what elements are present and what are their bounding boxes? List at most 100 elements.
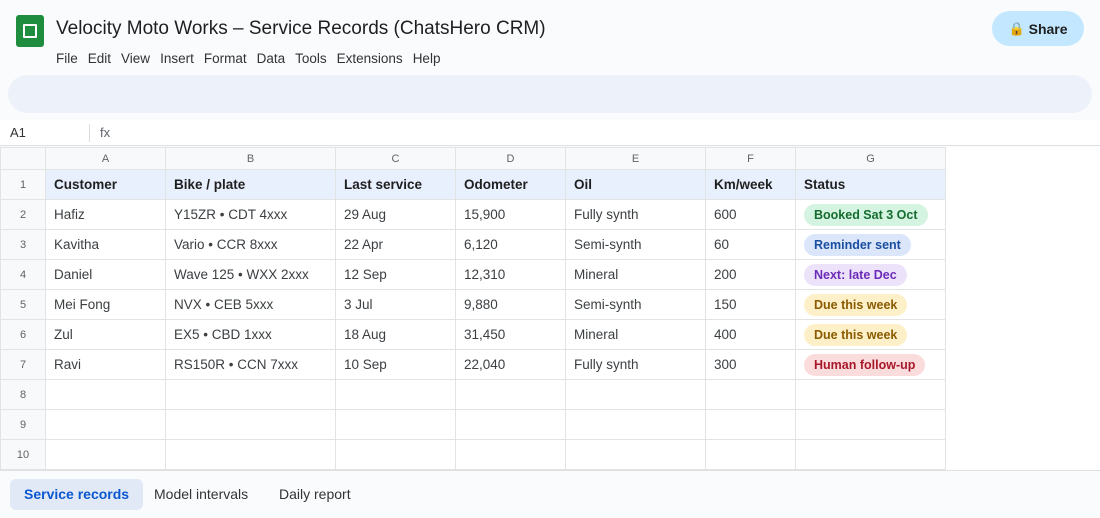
cell[interactable]: 3 Jul xyxy=(335,289,456,320)
cell[interactable]: NVX • CEB 5xxx xyxy=(165,289,336,320)
cell[interactable]: 10 Sep xyxy=(335,349,456,380)
cell[interactable]: 150 xyxy=(705,289,796,320)
select-all-corner[interactable] xyxy=(0,147,46,170)
cell[interactable]: Fully synth xyxy=(565,349,706,380)
cell[interactable] xyxy=(45,439,166,470)
menu-file[interactable]: File xyxy=(56,51,78,66)
cell[interactable] xyxy=(165,439,336,470)
cell[interactable]: Mineral xyxy=(565,259,706,290)
cell[interactable]: Vario • CCR 8xxx xyxy=(165,229,336,260)
cell[interactable]: 12,310 xyxy=(455,259,566,290)
cell[interactable]: 12 Sep xyxy=(335,259,456,290)
cell[interactable]: 9,880 xyxy=(455,289,566,320)
row-number[interactable]: 5 xyxy=(0,289,46,320)
cell[interactable] xyxy=(795,379,946,410)
cell[interactable] xyxy=(45,409,166,440)
cell[interactable]: 22 Apr xyxy=(335,229,456,260)
menu-tools[interactable]: Tools xyxy=(295,51,327,66)
cell[interactable]: RS150R • CCN 7xxx xyxy=(165,349,336,380)
cell[interactable] xyxy=(565,379,706,410)
cell[interactable]: Due this week xyxy=(795,319,946,350)
tab-daily-report[interactable]: Daily report xyxy=(265,479,365,510)
row-number[interactable]: 7 xyxy=(0,349,46,380)
tab-model-intervals[interactable]: Model intervals xyxy=(140,479,262,510)
row-number[interactable]: 3 xyxy=(0,229,46,260)
cell[interactable]: 22,040 xyxy=(455,349,566,380)
cell[interactable]: Wave 125 • WXX 2xxx xyxy=(165,259,336,290)
cell[interactable] xyxy=(795,409,946,440)
column-header-a[interactable]: A xyxy=(45,147,166,170)
menu-format[interactable]: Format xyxy=(204,51,247,66)
cell[interactable] xyxy=(565,439,706,470)
menu-view[interactable]: View xyxy=(121,51,150,66)
cell[interactable]: Oil xyxy=(565,169,706,200)
row-number[interactable]: 9 xyxy=(0,409,46,440)
share-button[interactable]: 🔒 Share xyxy=(992,11,1084,46)
cell[interactable]: Ravi xyxy=(45,349,166,380)
cell[interactable]: Mei Fong xyxy=(45,289,166,320)
cell[interactable]: Odometer xyxy=(455,169,566,200)
cell[interactable]: 6,120 xyxy=(455,229,566,260)
column-header-g[interactable]: G xyxy=(795,147,946,170)
column-header-c[interactable]: C xyxy=(335,147,456,170)
cell[interactable]: Human follow-up xyxy=(795,349,946,380)
cell[interactable]: 300 xyxy=(705,349,796,380)
cell[interactable] xyxy=(335,439,456,470)
cell[interactable]: 200 xyxy=(705,259,796,290)
cell[interactable]: Mineral xyxy=(565,319,706,350)
cell[interactable]: Semi-synth xyxy=(565,229,706,260)
row-number[interactable]: 4 xyxy=(0,259,46,290)
cell[interactable] xyxy=(165,409,336,440)
cell[interactable]: Next: late Dec xyxy=(795,259,946,290)
cell[interactable]: Status xyxy=(795,169,946,200)
row-number[interactable]: 10 xyxy=(0,439,46,470)
cell[interactable]: Customer xyxy=(45,169,166,200)
cell[interactable] xyxy=(705,439,796,470)
cell[interactable]: Hafiz xyxy=(45,199,166,230)
cell[interactable] xyxy=(455,439,566,470)
name-box[interactable]: A1 xyxy=(10,125,26,140)
tab-service-records[interactable]: Service records xyxy=(10,479,144,510)
menu-extensions[interactable]: Extensions xyxy=(337,51,403,66)
row-number[interactable]: 6 xyxy=(0,319,46,350)
cell[interactable] xyxy=(705,379,796,410)
menu-edit[interactable]: Edit xyxy=(88,51,111,66)
column-header-f[interactable]: F xyxy=(705,147,796,170)
cell[interactable]: 15,900 xyxy=(455,199,566,230)
cell[interactable]: 400 xyxy=(705,319,796,350)
cell[interactable]: 18 Aug xyxy=(335,319,456,350)
cell[interactable]: Fully synth xyxy=(565,199,706,230)
cell[interactable]: Km/week xyxy=(705,169,796,200)
cell[interactable]: Booked Sat 3 Oct xyxy=(795,199,946,230)
cell[interactable] xyxy=(705,409,796,440)
cell[interactable] xyxy=(335,379,456,410)
row-number[interactable]: 8 xyxy=(0,379,46,410)
menu-data[interactable]: Data xyxy=(257,51,286,66)
row-number[interactable]: 2 xyxy=(0,199,46,230)
cell[interactable]: Due this week xyxy=(795,289,946,320)
cell[interactable]: EX5 • CBD 1xxx xyxy=(165,319,336,350)
cell[interactable]: Kavitha xyxy=(45,229,166,260)
cell[interactable]: Bike / plate xyxy=(165,169,336,200)
cell[interactable]: 29 Aug xyxy=(335,199,456,230)
cell[interactable]: 31,450 xyxy=(455,319,566,350)
column-header-d[interactable]: D xyxy=(455,147,566,170)
cell[interactable] xyxy=(45,379,166,410)
document-title[interactable]: Velocity Moto Works – Service Records (C… xyxy=(56,18,546,40)
cell[interactable]: Y15ZR • CDT 4xxx xyxy=(165,199,336,230)
cell[interactable]: Reminder sent xyxy=(795,229,946,260)
cell[interactable]: Zul xyxy=(45,319,166,350)
cell[interactable]: Daniel xyxy=(45,259,166,290)
cell[interactable]: 60 xyxy=(705,229,796,260)
cell[interactable] xyxy=(165,379,336,410)
column-header-b[interactable]: B xyxy=(165,147,336,170)
cell[interactable]: Last service xyxy=(335,169,456,200)
cell[interactable] xyxy=(455,379,566,410)
cell[interactable] xyxy=(795,439,946,470)
column-header-e[interactable]: E xyxy=(565,147,706,170)
sheets-logo-icon[interactable] xyxy=(16,15,44,47)
row-number[interactable]: 1 xyxy=(0,169,46,200)
cell[interactable]: Semi-synth xyxy=(565,289,706,320)
cell[interactable] xyxy=(455,409,566,440)
cell[interactable] xyxy=(335,409,456,440)
